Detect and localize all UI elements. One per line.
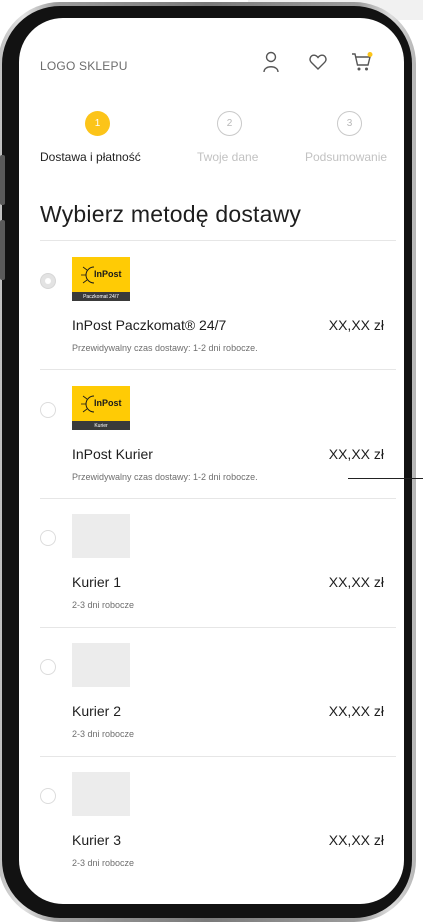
divider (40, 498, 396, 499)
divider (40, 369, 396, 370)
step-3-circle[interactable]: 3 (337, 111, 362, 136)
option-description: Przewidywalny czas dostawy: 1-2 dni robo… (72, 343, 258, 353)
phone-screen: LOGO SKLEPU 1 2 3 Dostawa i płatność Two… (19, 18, 404, 904)
divider (40, 756, 396, 757)
delivery-option-kurier-2[interactable]: Kurier 2 XX,XX zł 2-3 dni robocze (19, 643, 404, 767)
option-price: XX,XX zł (328, 832, 384, 848)
option-description: 2-3 dni robocze (72, 858, 135, 868)
divider (40, 240, 396, 241)
option-price: XX,XX zł (328, 317, 384, 333)
cart-icon[interactable] (349, 49, 375, 75)
option-description: Przewidywalny czas dostawy: 1-2 dni robo… (72, 472, 258, 482)
page-title: Wybierz metodę dostawy (40, 201, 302, 227)
inpost-logo: InPost Paczkomat 24/7 (72, 257, 130, 301)
step-1-label[interactable]: Dostawa i płatność (40, 150, 141, 164)
option-name: InPost Kurier (72, 446, 153, 462)
radio-button[interactable] (40, 659, 56, 675)
logo-brand-text: InPost (94, 269, 122, 279)
option-description: 2-3 dni robocze (72, 600, 135, 610)
logo-sub-text: Kurier (72, 421, 130, 430)
radio-button[interactable] (40, 273, 56, 289)
step-2-circle[interactable]: 2 (217, 111, 242, 136)
carrier-logo-placeholder (72, 643, 130, 687)
option-name: InPost Paczkomat® 24/7 (72, 317, 227, 333)
annotation-line (348, 478, 423, 479)
radio-button[interactable] (40, 788, 56, 804)
logo-sub-text: Paczkomat 24/7 (72, 292, 130, 301)
shop-logo[interactable]: LOGO SKLEPU (40, 59, 128, 73)
option-name: Kurier 3 (72, 832, 122, 848)
user-icon[interactable] (258, 49, 284, 75)
option-price: XX,XX zł (328, 703, 384, 719)
delivery-option-inpost-kurier[interactable]: InPost Kurier InPost Kurier XX,XX zł Prz… (19, 386, 404, 510)
radio-button[interactable] (40, 402, 56, 418)
delivery-option-inpost-paczkomat[interactable]: InPost Paczkomat 24/7 InPost Paczkomat® … (19, 257, 404, 381)
carrier-logo-placeholder (72, 514, 130, 558)
step-2-label[interactable]: Twoje dane (197, 150, 258, 164)
logo-brand-text: InPost (94, 398, 122, 408)
step-1-circle[interactable]: 1 (85, 111, 110, 136)
option-name: Kurier 2 (72, 703, 122, 719)
carrier-logo-placeholder (72, 772, 130, 816)
step-3-label[interactable]: Podsumowanie (305, 150, 387, 164)
radio-button[interactable] (40, 530, 56, 546)
option-description: 2-3 dni robocze (72, 729, 135, 739)
side-button (0, 220, 5, 280)
option-name: Kurier 1 (72, 574, 122, 590)
option-price: XX,XX zł (328, 574, 384, 590)
delivery-option-kurier-3[interactable]: Kurier 3 XX,XX zł 2-3 dni robocze (19, 772, 404, 896)
divider (40, 627, 396, 628)
option-price: XX,XX zł (328, 446, 384, 462)
delivery-option-kurier-1[interactable]: Kurier 1 XX,XX zł 2-3 dni robocze (19, 514, 404, 638)
heart-icon[interactable] (305, 49, 331, 75)
inpost-logo: InPost Kurier (72, 386, 130, 430)
side-button (0, 155, 5, 205)
